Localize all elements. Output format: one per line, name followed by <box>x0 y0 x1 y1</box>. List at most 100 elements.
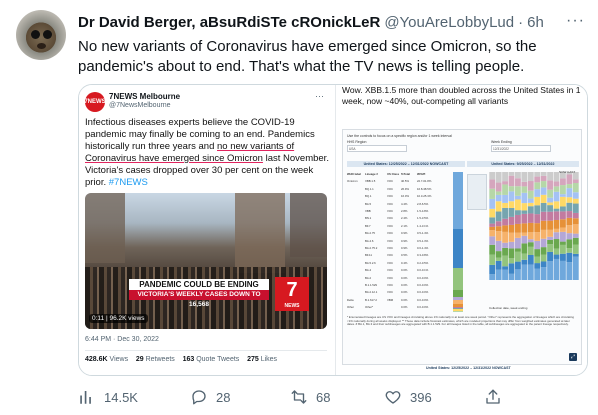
table-cell: 95%PI <box>417 172 426 176</box>
chart-bar-segment <box>508 263 515 274</box>
reply-button[interactable]: 28 <box>190 386 230 408</box>
chart-bar-segment <box>572 244 579 254</box>
table-cell: 0.9% <box>401 231 408 236</box>
like-button[interactable]: 396 <box>384 386 432 408</box>
table-cell: VOC <box>387 216 394 221</box>
like-count: 396 <box>410 389 432 405</box>
chart-bar-segment <box>560 241 566 245</box>
chart-bar-segment <box>495 172 502 183</box>
chart-bar-segment <box>495 226 502 232</box>
chart-bar-segment <box>495 221 502 227</box>
chart-bar-segment <box>547 251 553 262</box>
chart-bar-segment <box>495 182 502 192</box>
chart-bar-segment <box>553 254 560 259</box>
embedded-tweet-image[interactable]: 7NEWS 7NEWS Melbourne @7NewsMelbourne ··… <box>79 85 333 375</box>
chart-bar-segment <box>502 181 508 185</box>
stat-quotes-label: Quote Tweets <box>196 356 240 363</box>
tweet-header: Dr David Berger, aBsuRdiSTe cROnickLeR @… <box>78 12 544 32</box>
embedded-chart-image[interactable]: Wow. XBB.1.5 more than doubled across th… <box>335 85 587 375</box>
table-cell: 1.4-3.1% <box>417 223 429 228</box>
chart-bar-segment <box>515 232 521 238</box>
table-cell: 0.0% <box>401 305 408 310</box>
table-row: BF.11 VOC 0.5% 0.3-0.8% <box>347 253 451 258</box>
chart-bar-segment <box>566 239 573 249</box>
chart-bar-segment <box>527 181 534 191</box>
chart-bar-segment <box>527 246 534 255</box>
chart-bar-segment <box>540 229 547 239</box>
chart-bar-segment <box>553 239 560 249</box>
chart-bar-segment <box>515 248 521 252</box>
chart-bar-segment <box>572 224 579 234</box>
table-cell: Other* <box>365 305 374 310</box>
table-cell: VOC <box>387 209 394 213</box>
chart-bar-segment <box>560 231 566 242</box>
chart-bar-segment <box>521 203 528 211</box>
chart-bar-segment <box>527 222 534 233</box>
chart-bar-segment <box>553 219 560 229</box>
chart-bar-segment <box>508 232 515 242</box>
video-banner: PANDEMIC COULD BE ENDING <box>129 279 269 290</box>
tweet-media[interactable]: 7NEWS 7NEWS Melbourne @7NewsMelbourne ··… <box>78 84 588 376</box>
table-row: BF.7 VOC 2.1% 1.4-3.1% <box>347 224 451 229</box>
table-cell: 2.8% <box>401 209 408 213</box>
cdc-nowcast-panel: Use the controls to focus on a specific … <box>342 129 582 365</box>
avatar[interactable] <box>16 10 66 60</box>
chart-bar-segment <box>489 172 496 180</box>
chart-bar-segment <box>547 229 553 237</box>
chart-bar-segment <box>508 258 515 264</box>
table-cell: VOC <box>387 201 394 206</box>
table-cell: 4.4% <box>401 201 408 206</box>
table-cell: VOC <box>387 186 394 191</box>
chart-bar-segment <box>515 178 521 187</box>
reply-icon <box>192 390 206 405</box>
tweet-time[interactable]: 6h <box>527 14 544 31</box>
chart-bar-segment <box>547 197 553 203</box>
chart-bar-segment <box>489 226 496 231</box>
chart-bar-segment <box>527 202 534 207</box>
retweet-button[interactable]: 68 <box>290 386 330 408</box>
chart-bar-segment <box>521 259 528 265</box>
region-select: USA <box>347 145 407 152</box>
table-row: BA.2.75.2 VOC 0.9% 0.6-1.4% <box>347 246 451 251</box>
stack-segment <box>453 311 463 312</box>
share-icon <box>486 389 500 404</box>
chart-bar-segment <box>534 232 541 241</box>
table-cell: BA.5.2.6 <box>365 260 376 265</box>
share-button[interactable] <box>484 386 510 408</box>
chart-bar-segment <box>515 261 521 270</box>
chart-bar-segment <box>547 220 553 230</box>
chart-bar-segment <box>515 172 521 179</box>
chart-bar-segment <box>540 194 547 203</box>
chart-bar-segment <box>515 269 521 280</box>
table-cell: VOC <box>387 260 394 265</box>
nowcast-label: NOW CAST <box>559 170 576 174</box>
video-building <box>85 193 125 263</box>
chart-x-label: Collection date, week ending <box>489 306 528 310</box>
avatar-eye <box>31 30 40 39</box>
chart-bar-segment <box>515 195 521 200</box>
chart-bar-segment <box>508 186 515 192</box>
chart-bar-segment <box>566 188 573 198</box>
chart-bar-segment <box>527 232 534 240</box>
chart-bar-segment <box>502 172 508 182</box>
table-cell: Delta <box>347 297 354 302</box>
author-name[interactable]: Dr David Berger, aBsuRdiSTe cROnickLeR <box>78 14 380 31</box>
chart-bar-segment <box>566 211 573 218</box>
chart-bar-segment <box>540 238 547 248</box>
separator-dot: · <box>518 13 524 31</box>
table-cell: 0.5-1.4% <box>417 231 429 236</box>
author-handle[interactable]: @YouAreLobbyLud <box>384 14 514 31</box>
stat-quotes-count: 163 <box>182 356 195 363</box>
chart-bar-segment <box>508 216 515 225</box>
avatar-eye <box>43 30 52 39</box>
more-options-icon[interactable]: ··· <box>566 12 585 30</box>
chart-bar-segment <box>521 210 528 214</box>
chart-bar-segment <box>547 244 553 252</box>
chart-bar-segment <box>547 172 553 181</box>
chart-bar-segment <box>495 201 502 212</box>
chart-bar-segment <box>489 264 496 275</box>
views-button[interactable]: 14.5K <box>78 386 138 408</box>
chart-bar-segment <box>495 211 502 222</box>
chart-bar-segment <box>527 213 534 223</box>
table-cell: 0.4% <box>401 260 408 265</box>
